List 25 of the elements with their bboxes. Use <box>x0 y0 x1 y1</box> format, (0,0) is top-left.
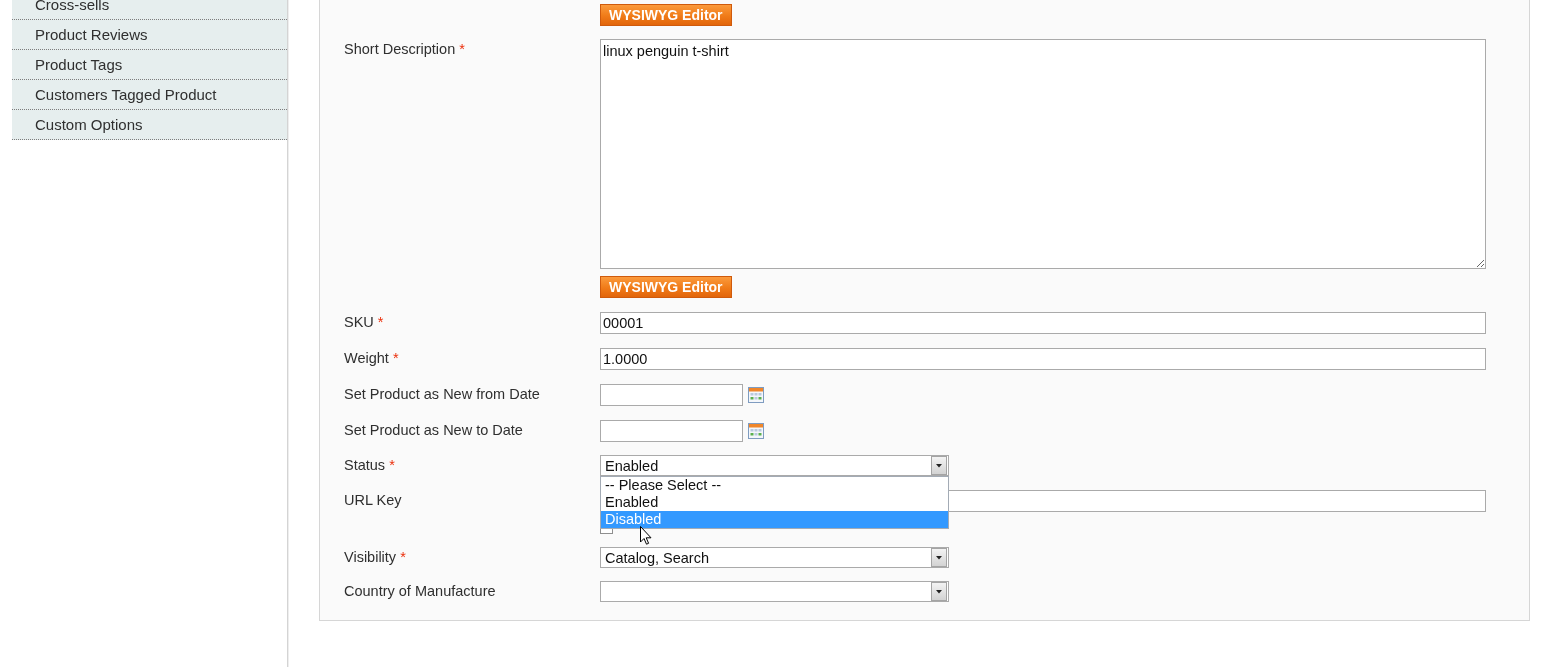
date-field[interactable] <box>600 420 743 442</box>
sidebar-item[interactable]: Customers Tagged Product <box>12 80 287 110</box>
sidebar-item[interactable]: Custom Options <box>12 110 287 140</box>
select-field[interactable] <box>600 581 949 602</box>
field-label: Status * <box>344 456 395 475</box>
field-label: Weight * <box>344 349 399 368</box>
calendar-icon[interactable] <box>748 387 764 403</box>
sidebar-item[interactable]: Product Reviews <box>12 20 287 50</box>
checkbox[interactable] <box>600 529 613 534</box>
calendar-icon[interactable] <box>748 423 764 439</box>
field-label: Set Product as New to Date <box>344 421 523 440</box>
field-label: Short Description * <box>344 40 465 59</box>
field-label: Country of Manufacture <box>344 582 496 601</box>
field-label: Visibility * <box>344 548 406 567</box>
field-label: URL Key <box>344 491 402 510</box>
field-label: Set Product as New from Date <box>344 385 540 404</box>
text-field[interactable]: 1.0000 <box>600 348 1486 370</box>
select-field[interactable]: Enabled <box>600 455 949 476</box>
select-field[interactable]: Catalog, Search <box>600 547 949 568</box>
date-field[interactable] <box>600 384 743 406</box>
text-field[interactable]: 00001 <box>600 312 1486 334</box>
text-area[interactable]: linux penguin t-shirt <box>600 39 1486 269</box>
sidebar-item[interactable]: Product Tags <box>12 50 287 80</box>
field-label: SKU * <box>344 313 384 332</box>
sidebar-item[interactable]: Cross-sells <box>12 0 287 20</box>
